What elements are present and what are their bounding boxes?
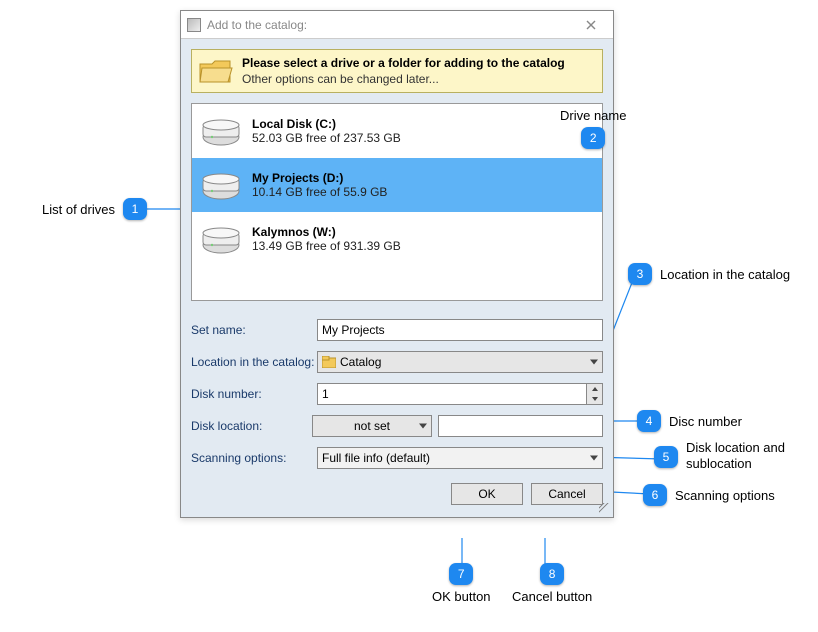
- harddisk-icon: [200, 115, 242, 147]
- drive-item[interactable]: Local Disk (C:) 52.03 GB free of 237.53 …: [192, 104, 602, 158]
- add-to-catalog-dialog: Add to the catalog: Please select a driv…: [180, 10, 614, 518]
- callout-4: 4 Disc number: [637, 410, 742, 432]
- callout-text: Drive name: [560, 108, 626, 123]
- dialog-body: Please select a drive or a folder for ad…: [181, 39, 613, 517]
- app-icon: [187, 18, 201, 32]
- callout-2: Drive name 2: [560, 108, 626, 149]
- cancel-button[interactable]: Cancel: [531, 483, 603, 505]
- chevron-down-icon: [590, 456, 598, 461]
- form: Set name: Location in the catalog: Catal…: [191, 319, 603, 469]
- harddisk-icon: [200, 223, 242, 255]
- disk-location-combo[interactable]: not set: [312, 415, 432, 437]
- drive-name: Local Disk (C:): [252, 117, 401, 131]
- scanning-label: Scanning options:: [191, 451, 317, 465]
- callout-text: Location in the catalog: [660, 267, 790, 282]
- disk-sublocation-input[interactable]: [438, 415, 603, 437]
- folder-icon: [198, 56, 234, 86]
- disk-number-label: Disk number:: [191, 387, 317, 401]
- drive-name: Kalymnos (W:): [252, 225, 401, 239]
- spin-down-button[interactable]: [587, 394, 602, 404]
- callout-bubble: 8: [540, 563, 564, 585]
- callout-bubble: 2: [581, 127, 605, 149]
- titlebar: Add to the catalog:: [181, 11, 613, 39]
- drive-list[interactable]: Local Disk (C:) 52.03 GB free of 237.53 …: [191, 103, 603, 301]
- callout-bubble: 1: [123, 198, 147, 220]
- close-button[interactable]: [575, 14, 607, 36]
- callout-5: 5 Disk location and sublocation: [654, 440, 796, 471]
- disk-number-input[interactable]: 1: [317, 383, 587, 405]
- chevron-down-icon: [419, 424, 427, 429]
- drive-name: My Projects (D:): [252, 171, 387, 185]
- location-label: Location in the catalog:: [191, 355, 317, 369]
- callout-text: List of drives: [42, 202, 115, 217]
- callout-6: 6 Scanning options: [643, 484, 775, 506]
- callout-text: Disc number: [669, 414, 742, 429]
- disk-location-value: not set: [317, 419, 427, 433]
- scanning-value: Full file info (default): [322, 451, 430, 465]
- callout-text: Disk location and sublocation: [686, 440, 796, 471]
- callout-bubble: 6: [643, 484, 667, 506]
- drive-size: 10.14 GB free of 55.9 GB: [252, 185, 387, 199]
- callout-3: 3 Location in the catalog: [628, 263, 790, 285]
- callout-bubble: 7: [449, 563, 473, 585]
- callout-bubble: 4: [637, 410, 661, 432]
- resize-grip[interactable]: [599, 503, 611, 515]
- hint-title: Please select a drive or a folder for ad…: [242, 56, 596, 70]
- close-icon: [586, 20, 596, 30]
- drive-size: 13.49 GB free of 931.39 GB: [252, 239, 401, 253]
- callout-text: OK button: [432, 589, 491, 604]
- drive-item[interactable]: Kalymnos (W:) 13.49 GB free of 931.39 GB: [192, 212, 602, 266]
- callout-7: 7 OK button: [432, 563, 491, 604]
- location-value: Catalog: [340, 355, 381, 369]
- location-combo[interactable]: Catalog: [317, 351, 603, 373]
- harddisk-icon: [200, 169, 242, 201]
- set-name-label: Set name:: [191, 323, 317, 337]
- callout-1: List of drives 1: [42, 198, 147, 220]
- window-title: Add to the catalog:: [207, 18, 575, 32]
- drive-size: 52.03 GB free of 237.53 GB: [252, 131, 401, 145]
- set-name-input[interactable]: [317, 319, 603, 341]
- callout-8: 8 Cancel button: [512, 563, 592, 604]
- ok-button[interactable]: OK: [451, 483, 523, 505]
- spin-up-button[interactable]: [587, 384, 602, 394]
- callout-text: Cancel button: [512, 589, 592, 604]
- callout-bubble: 5: [654, 446, 678, 468]
- catalog-icon: [322, 356, 336, 368]
- hint-box: Please select a drive or a folder for ad…: [191, 49, 603, 93]
- callout-bubble: 3: [628, 263, 652, 285]
- scanning-combo[interactable]: Full file info (default): [317, 447, 603, 469]
- chevron-down-icon: [590, 360, 598, 365]
- button-bar: OK Cancel: [191, 479, 603, 507]
- hint-subtitle: Other options can be changed later...: [242, 72, 596, 86]
- callout-text: Scanning options: [675, 488, 775, 503]
- disk-location-label: Disk location:: [191, 419, 312, 433]
- drive-item[interactable]: My Projects (D:) 10.14 GB free of 55.9 G…: [192, 158, 602, 212]
